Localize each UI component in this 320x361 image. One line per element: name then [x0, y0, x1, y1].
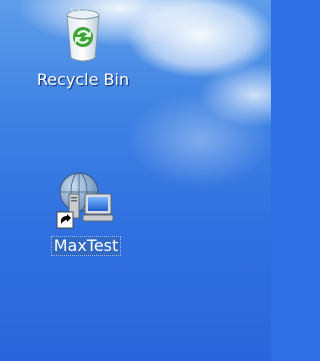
recycle-bin-icon	[53, 6, 113, 66]
desktop-icon-maxtest[interactable]: MaxTest	[26, 168, 146, 256]
desktop-icon-recycle-bin[interactable]: Recycle Bin	[23, 6, 143, 90]
network-shortcut-icon	[53, 168, 119, 232]
maxtest-label: MaxTest	[50, 236, 122, 256]
recycle-bin-label: Recycle Bin	[36, 70, 130, 89]
desktop[interactable]: Recycle Bin MaxTest	[0, 0, 271, 361]
